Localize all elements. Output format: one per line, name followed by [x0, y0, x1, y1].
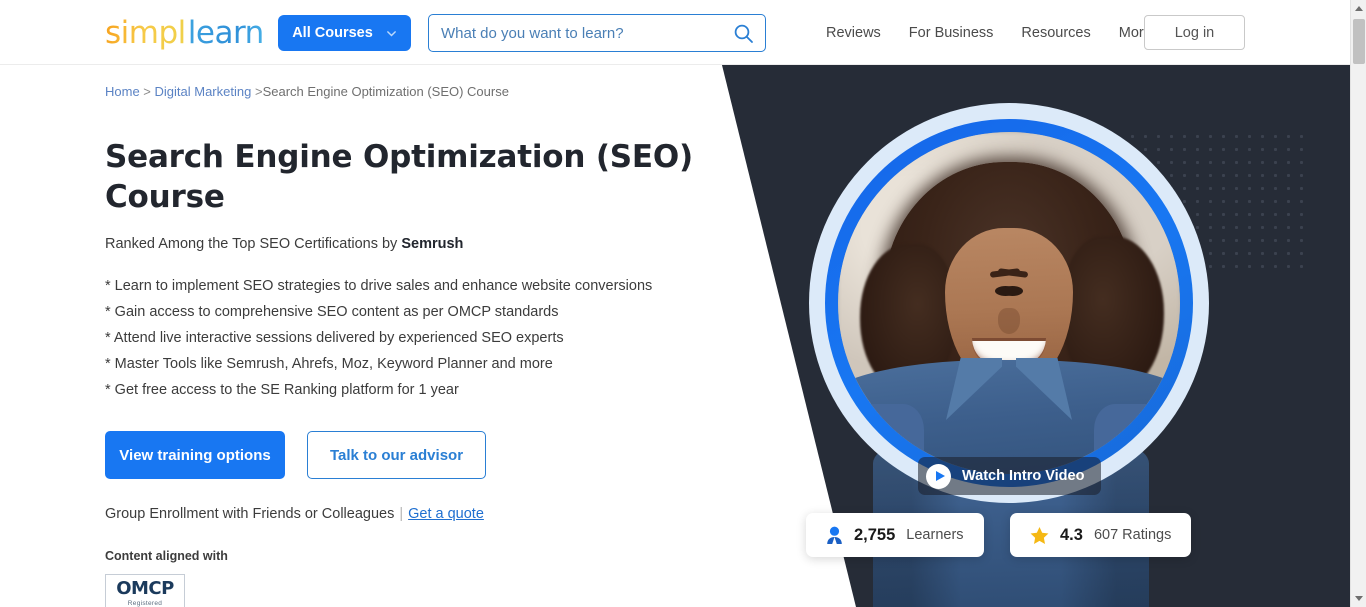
- search-bar[interactable]: [428, 14, 766, 52]
- learners-value: 2,755: [854, 525, 896, 544]
- ratings-stat-badge: 4.3 607 Ratings: [1010, 513, 1192, 557]
- nav-item-resources[interactable]: Resources: [1007, 25, 1104, 41]
- watch-intro-video-label: Watch Intro Video: [962, 468, 1085, 484]
- omcp-logo: OMCP Registered: [105, 574, 185, 607]
- logo-text-learn: learn: [187, 15, 265, 51]
- portrait-arm-left: [838, 404, 924, 474]
- breadcrumb-current: Search Engine Optimization (SEO) Course: [262, 84, 509, 99]
- highlight-item: * Gain access to comprehensive SEO conte…: [105, 304, 559, 321]
- breadcrumb-home[interactable]: Home: [105, 84, 140, 99]
- all-courses-label: All Courses: [292, 25, 373, 41]
- highlight-item: * Learn to implement SEO strategies to d…: [105, 278, 653, 295]
- nav-item-for-business[interactable]: For Business: [895, 25, 1008, 41]
- scrollbar-up-arrow[interactable]: [1351, 0, 1366, 17]
- breadcrumb-category[interactable]: Digital Marketing: [155, 84, 252, 99]
- course-subtitle: Ranked Among the Top SEO Certifications …: [105, 236, 705, 252]
- scrollbar-thumb[interactable]: [1353, 19, 1365, 64]
- omcp-mark: OMCP: [116, 577, 174, 599]
- breadcrumb-sep-1: >: [139, 84, 155, 99]
- search-button[interactable]: [721, 15, 765, 51]
- ratings-label: 607 Ratings: [1093, 527, 1172, 543]
- nav-item-reviews[interactable]: Reviews: [812, 25, 895, 41]
- play-icon: [926, 463, 951, 489]
- portrait-arm-right: [1094, 404, 1180, 474]
- subtitle-prefix: Ranked Among the Top SEO Certifications …: [105, 236, 402, 253]
- breadcrumb-sep-2: >: [251, 84, 263, 99]
- cta-row: View training options Talk to our adviso…: [105, 431, 705, 480]
- star-icon: [1030, 526, 1049, 544]
- content-aligned-label: Content aligned with: [105, 549, 228, 564]
- omcp-sub: Registered: [127, 599, 163, 607]
- learners-label: Learners: [906, 527, 964, 543]
- course-highlights: * Learn to implement SEO strategies to d…: [105, 274, 705, 403]
- get-a-quote-link[interactable]: Get a quote: [408, 506, 484, 522]
- chevron-down-icon: [386, 30, 396, 37]
- watch-intro-video-button[interactable]: Watch Intro Video: [918, 457, 1102, 495]
- highlight-item: * Attend live interactive sessions deliv…: [105, 329, 564, 346]
- group-enrollment-text: Group Enrollment with Friends or Colleag…: [105, 506, 395, 523]
- scrollbar-down-arrow[interactable]: [1351, 590, 1366, 607]
- subtitle-brand: Semrush: [401, 236, 464, 253]
- site-header: simpl learn All Courses Reviews For Busi…: [0, 0, 1350, 65]
- page-title: Search Engine Optimization (SEO) Course: [105, 139, 694, 215]
- portrait-blue-ring: [825, 119, 1193, 487]
- main-nav: Reviews For Business Resources More: [812, 0, 1181, 65]
- talk-to-advisor-button[interactable]: Talk to our advisor: [307, 431, 486, 480]
- login-button[interactable]: Log in: [1144, 15, 1245, 50]
- learners-stat-badge: 2,755 Learners: [806, 513, 984, 557]
- person-icon: [827, 526, 842, 544]
- portrait-nose: [998, 308, 1020, 334]
- simplilearn-logo[interactable]: simpl learn: [105, 15, 264, 51]
- portrait-photo: [838, 132, 1180, 474]
- group-divider: |: [399, 506, 404, 523]
- highlight-item: * Master Tools like Semrush, Ahrefs, Moz…: [105, 355, 553, 372]
- instructor-portrait: [809, 103, 1209, 503]
- portrait-eye-right: [1002, 286, 1023, 296]
- ratings-value: 4.3: [1060, 525, 1083, 544]
- page-scrollbar[interactable]: [1350, 0, 1366, 607]
- logo-text-simpl: simpl: [105, 15, 186, 51]
- all-courses-dropdown[interactable]: All Courses: [278, 15, 411, 51]
- search-icon: [734, 24, 753, 43]
- view-training-options-button[interactable]: View training options: [105, 431, 285, 480]
- highlight-item: * Get free access to the SE Ranking plat…: [105, 381, 459, 398]
- search-input[interactable]: [429, 24, 721, 42]
- group-enrollment-row: Group Enrollment with Friends or Colleag…: [105, 506, 705, 522]
- course-content: Home > Digital Marketing >Search Engine …: [105, 57, 705, 607]
